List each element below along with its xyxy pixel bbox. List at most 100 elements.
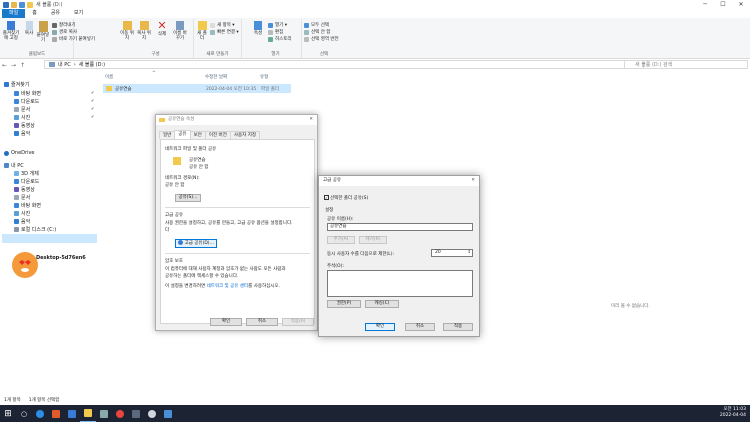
select-none-button[interactable]: 선택 안 함 [304,29,330,35]
copy-button[interactable]: 복사 [24,21,34,36]
copy-path-button[interactable]: 경로 복사 [52,29,77,35]
up-button[interactable]: ↑ [18,62,27,69]
nav-videos[interactable]: 동영상 [14,122,35,129]
start-button[interactable]: ⊞ [0,405,16,422]
new-item-button[interactable]: 새 항목 ▾ [210,22,235,28]
tab-customize[interactable]: 사용자 지정 [229,131,260,139]
cancel-button[interactable]: 취소 [246,318,278,326]
taskbar-files[interactable] [128,405,144,422]
address-bar[interactable]: 내 PC › 새 볼륨 (D:) [44,60,644,69]
move-to-button[interactable]: 이동 위치 [120,21,134,41]
folder-icon[interactable] [11,1,17,8]
tab-view[interactable]: 보기 [67,9,90,18]
nav-quick-access[interactable]: 즐겨찾기 [4,81,29,88]
list-item[interactable]: 공유연습 2022-04-04 오전 10:35 파일 폴더 [103,84,291,93]
close-button[interactable]: ✕ [732,0,750,9]
network-center-link[interactable]: 네트워크 및 공유 센터 [207,284,249,289]
tab-general[interactable]: 일반 [159,131,176,139]
nav-3d[interactable]: 3D 개체 [14,170,39,177]
share-checkbox-label: 선택한 폴더 공유(S) [330,196,369,201]
share-button[interactable]: 공유(S)... [175,194,201,202]
tab-file[interactable]: 파일 [2,9,26,18]
close-button[interactable]: ✕ [471,176,475,186]
maximize-button[interactable]: ☐ [714,0,732,9]
easy-access-button[interactable]: 빠른 연결 ▾ [210,29,239,35]
taskbar-mail[interactable] [96,405,112,422]
ok-button[interactable]: 확인 [210,318,242,326]
tab-share[interactable]: 공유 [44,9,67,18]
tab-previous-versions[interactable]: 이전 버전 [204,131,231,139]
add-button[interactable]: 추가(A) [327,236,355,244]
tab-home[interactable]: 홈 [25,9,44,18]
taskbar-explorer[interactable] [80,405,96,422]
nav-downloads[interactable]: 다운로드 [14,98,39,105]
minimize-button[interactable]: ─ [696,0,714,9]
apply-button[interactable]: 적용 [443,323,473,331]
remove-button[interactable]: 제거(R) [359,236,387,244]
share-name-field[interactable]: 공유연습 [327,223,473,231]
close-icon[interactable]: ✕ [309,115,313,125]
properties-icon[interactable] [19,1,25,8]
tab-security[interactable]: 보안 [189,131,206,139]
copy-to-button[interactable]: 복사 위치 [137,21,151,41]
paste-button[interactable]: 붙여넣기 [36,21,50,43]
properties-button[interactable]: 속성 [252,21,264,36]
nav-pc-videos[interactable]: 동영상 [14,186,35,193]
breadcrumb-pc[interactable]: 내 PC [58,61,71,68]
nav-onedrive[interactable]: OneDrive [4,150,35,156]
nav-this-pc[interactable]: 내 PC [4,162,24,169]
taskbar-app2[interactable] [160,405,176,422]
nav-desktop[interactable]: 바탕 화면 [14,90,41,97]
cut-button[interactable]: 잘라내기 [52,22,76,28]
nav-documents[interactable]: 문서 [14,106,30,113]
taskbar-edge[interactable] [32,405,48,422]
apply-button[interactable]: 적용(A) [282,318,314,326]
taskbar-settings[interactable] [144,405,160,422]
clock[interactable]: 오전 11:03 2022-04-04 [720,407,746,419]
new-folder-icon[interactable] [27,1,33,8]
nav-network-pc[interactable]: Desktop-5d76en6 [36,255,86,261]
share-checkbox-row[interactable]: ✓ 선택한 폴더 공유(S) [324,195,368,201]
search-button[interactable]: ○ [16,405,32,422]
pin-button[interactable]: 즐겨찾기에 고정 [2,21,20,41]
breadcrumb-drive[interactable]: 새 볼륨 (D:) [79,61,105,68]
comment-textarea[interactable] [327,270,473,297]
delete-button[interactable]: ✕ 삭제 [156,20,168,37]
invert-selection-button[interactable]: 선택 영역 반전 [304,36,339,42]
advanced-sharing-button[interactable]: 고급 공유(D)... [175,239,217,248]
search-input[interactable]: 새 볼륨 (D:) 검색 [624,60,748,69]
open-button[interactable]: 열기 ▾ [268,22,287,28]
new-label: 새로 만들기 [206,52,229,57]
select-all-button[interactable]: 모두 선택 [304,22,329,28]
new-folder-button[interactable]: 새 폴더 [196,21,208,41]
caching-button[interactable]: 캐싱(C) [365,300,399,308]
column-date[interactable]: 수정한 날짜 [205,74,227,80]
column-name[interactable]: 이름 [105,74,113,80]
nav-pc-pictures[interactable]: 사진 [14,210,30,217]
taskbar-store[interactable] [64,405,80,422]
share-checkbox[interactable]: ✓ [324,195,329,200]
nav-music[interactable]: 음악 [14,130,30,137]
ok-button[interactable]: 확인 [365,323,395,331]
cancel-button[interactable]: 취소 [405,323,435,331]
nav-pc-music[interactable]: 음악 [14,218,30,225]
paste-shortcut-button[interactable]: 바로 가기 붙여넣기 [52,36,95,42]
nav-pc-downloads[interactable]: 다운로드 [14,178,39,185]
nav-selected-drive[interactable] [2,234,97,243]
edit-button[interactable]: 편집 [268,29,283,35]
nav-pictures[interactable]: 사진 [14,114,30,121]
back-button[interactable]: ← [0,62,9,69]
nav-pc-desktop[interactable]: 바탕 화면 [14,202,41,209]
user-limit-stepper[interactable]: 20 ⇕ [431,249,473,257]
forward-button[interactable]: → [9,62,18,69]
nav-pc-documents[interactable]: 문서 [14,194,30,201]
tab-sharing[interactable]: 공유 [174,130,191,139]
nav-local-disk[interactable]: 로컬 디스크 (C:) [14,226,56,233]
taskbar-chrome[interactable] [112,405,128,422]
history-button[interactable]: 히스토리 [268,36,292,42]
taskbar-app[interactable] [48,405,64,422]
clock-date: 2022-04-04 [719,413,746,418]
column-type[interactable]: 유형 [260,74,268,80]
rename-button[interactable]: 이름 바꾸기 [172,21,188,41]
permissions-button[interactable]: 권한(P) [327,300,361,308]
